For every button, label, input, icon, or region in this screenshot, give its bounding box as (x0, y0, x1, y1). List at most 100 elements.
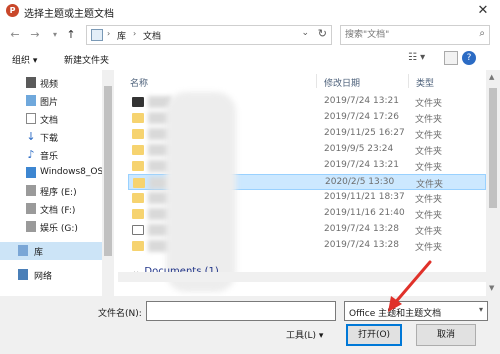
document-icon (26, 113, 36, 124)
search-box[interactable]: ⌕ (340, 25, 490, 45)
sidebar-item-label: 程序 (E:) (40, 188, 77, 198)
new-folder-button[interactable]: 新建文件夹 (64, 53, 109, 66)
navigation-scrollbar[interactable] (102, 70, 114, 296)
drive-icon (26, 167, 36, 178)
sidebar-item-label: 文档 (F:) (40, 206, 76, 216)
file-type: 文件夹 (415, 163, 443, 173)
library-icon (91, 29, 103, 41)
sidebar-item-label: Windows8_OS (40, 167, 104, 177)
help-icon[interactable]: ? (462, 51, 476, 65)
chevron-down-icon[interactable]: ⌄ (301, 28, 309, 38)
file-type: 文件夹 (415, 227, 443, 237)
window-title: 选择主题或主题文档 (24, 9, 114, 20)
file-date: 2019/7/24 13:28 (324, 240, 399, 250)
file-type-value: Office 主题和主题文档 (349, 309, 442, 319)
preview-pane-icon[interactable] (444, 51, 458, 65)
application-icon (132, 97, 144, 107)
breadcrumb-library[interactable]: 库 (117, 29, 126, 42)
sidebar-item-label: 娱乐 (G:) (40, 224, 78, 234)
file-date: 2019/7/24 13:21 (324, 96, 399, 106)
file-type: 文件夹 (415, 211, 443, 221)
file-date: 2019/7/24 13:21 (324, 160, 399, 170)
file-type: 文件夹 (415, 115, 443, 125)
sidebar-item-label: 下载 (40, 134, 59, 144)
sidebar-item-label: 音乐 (40, 152, 59, 162)
sidebar-item-label: 网络 (34, 272, 53, 282)
file-date: 2020/2/5 13:30 (325, 177, 395, 187)
column-divider[interactable] (408, 74, 409, 88)
file-type: 文件夹 (415, 131, 443, 141)
refresh-icon[interactable]: ↻ (318, 27, 327, 40)
folder-icon (132, 241, 144, 251)
search-input[interactable] (345, 28, 465, 42)
file-list-pane: 名称 修改日期 类型 2019/7/24 13:21 文件夹 2019/7/24 1… (118, 70, 500, 296)
back-icon[interactable]: ← (6, 26, 24, 44)
filename-input[interactable] (146, 301, 336, 321)
sidebar-item-label: 库 (34, 248, 44, 258)
file-type: 文件夹 (415, 195, 443, 205)
view-options-icon[interactable]: ☷ ▾ (408, 52, 425, 63)
breadcrumb-documents[interactable]: 文档 (143, 29, 161, 42)
sidebar-item-pictures[interactable]: 图片 (0, 92, 102, 110)
sidebar-item-drive-f[interactable]: 文档 (F:) (0, 200, 102, 218)
document-icon (132, 225, 144, 235)
sidebar-item-drive-e[interactable]: 程序 (E:) (0, 182, 102, 200)
organize-button[interactable]: 组织 ▾ (12, 53, 37, 66)
sidebar-item-label: 文档 (40, 116, 59, 126)
file-type-select[interactable]: Office 主题和主题文档 ▾ (344, 301, 488, 321)
close-icon[interactable]: ✕ (472, 2, 494, 20)
network-icon (18, 269, 28, 280)
column-header-date[interactable]: 修改日期 (324, 76, 360, 89)
filename-label: 文件名(N): (98, 309, 142, 319)
drive-icon (26, 221, 36, 232)
address-bar[interactable]: › 库 › 文档 ⌄ ↻ (86, 25, 332, 45)
sidebar-item-network[interactable]: 网络 (0, 266, 102, 284)
file-type: 文件夹 (415, 99, 443, 109)
sidebar-item-music[interactable]: ♪ 音乐 (0, 146, 102, 164)
video-icon (26, 77, 36, 88)
folder-icon (132, 129, 144, 139)
powerpoint-icon: P (6, 4, 19, 17)
forward-icon[interactable]: → (26, 26, 44, 44)
column-header-type[interactable]: 类型 (416, 76, 434, 89)
column-divider[interactable] (316, 74, 317, 88)
scrollbar-thumb[interactable] (489, 88, 497, 208)
sidebar-item-drive-g[interactable]: 娱乐 (G:) (0, 218, 102, 236)
file-type: 文件夹 (415, 243, 443, 253)
up-icon[interactable]: ↑ (62, 26, 80, 44)
cancel-button[interactable]: 取消 (416, 324, 476, 346)
folder-icon (133, 178, 145, 188)
folder-icon (132, 209, 144, 219)
folder-icon (132, 193, 144, 203)
scroll-down-icon[interactable]: ▼ (489, 284, 494, 292)
vertical-scrollbar[interactable]: ▲ ▼ (486, 70, 500, 296)
tools-button[interactable]: 工具(L) ▾ (286, 328, 323, 341)
dialog-footer: 文件名(N): Office 主题和主题文档 ▾ 工具(L) ▾ 打开(O) 取… (0, 296, 500, 354)
open-button[interactable]: 打开(O) (346, 324, 402, 346)
sidebar-item-library[interactable]: 库 (0, 242, 102, 260)
search-icon[interactable]: ⌕ (479, 28, 485, 39)
drive-icon (26, 185, 36, 196)
file-date: 2019/11/25 16:27 (324, 128, 405, 138)
title-bar: P 选择主题或主题文档 ✕ (0, 0, 500, 22)
file-type: 文件夹 (416, 180, 444, 190)
scrollbar-thumb[interactable] (104, 86, 112, 256)
drive-icon (26, 203, 36, 214)
chevron-down-icon: ▾ (478, 305, 483, 314)
sidebar-item-downloads[interactable]: ↓ 下载 (0, 128, 102, 146)
scroll-up-icon[interactable]: ▲ (489, 73, 494, 81)
sidebar-item-videos[interactable]: 视频 (0, 74, 102, 92)
sidebar-item-label: 视频 (40, 80, 59, 90)
chevron-right-icon: › (133, 29, 137, 38)
sidebar-item-documents[interactable]: 文档 (0, 110, 102, 128)
horizontal-scrollbar[interactable] (118, 272, 486, 282)
folder-icon (132, 145, 144, 155)
sidebar-item-windows8-os[interactable]: Windows8_OS (0, 164, 104, 182)
file-date: 2019/7/24 17:26 (324, 112, 399, 122)
sidebar-item-label: 图片 (40, 98, 59, 108)
file-date: 2019/7/24 13:28 (324, 224, 399, 234)
picture-icon (26, 95, 36, 106)
file-type: 文件夹 (415, 147, 443, 157)
file-date: 2019/11/21 18:37 (324, 192, 405, 202)
column-header-name[interactable]: 名称 (130, 76, 148, 89)
